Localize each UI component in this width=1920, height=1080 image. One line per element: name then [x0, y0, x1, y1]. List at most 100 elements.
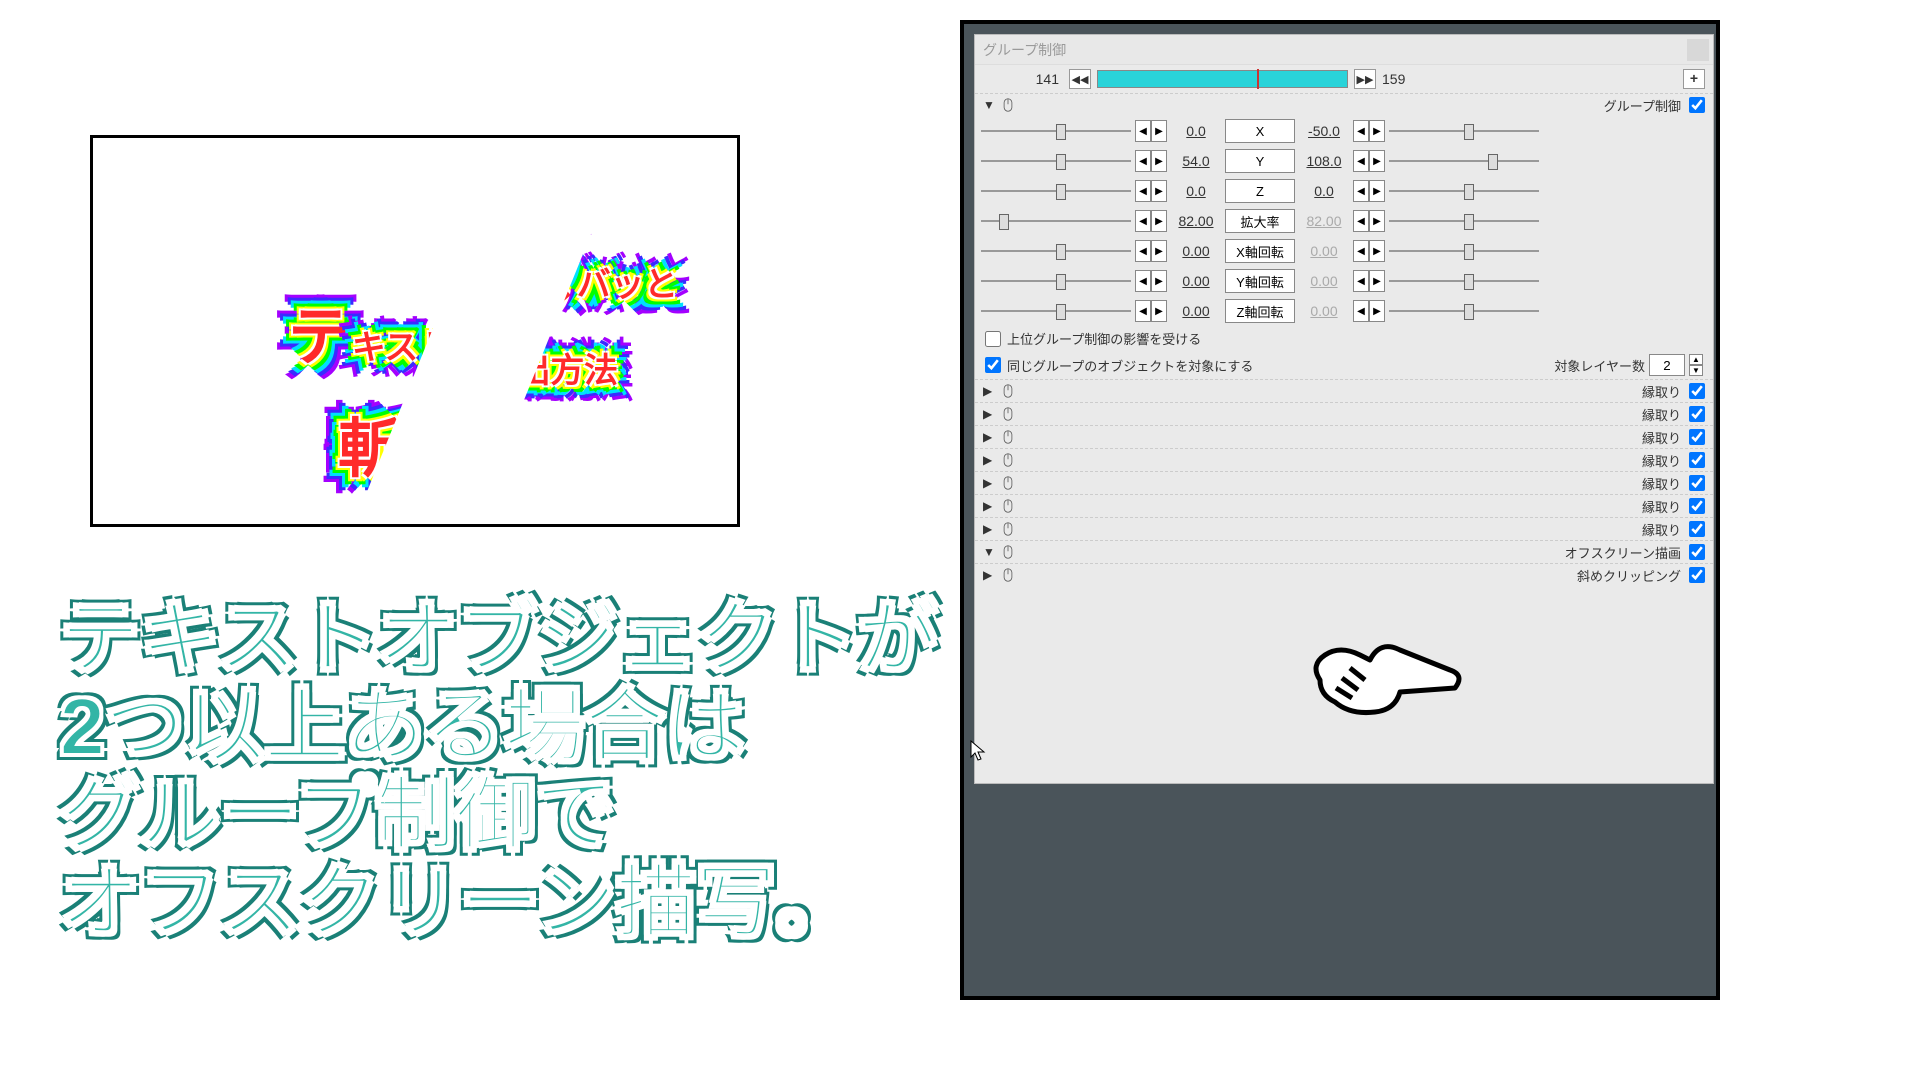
value-left[interactable]: 82.00 [1171, 213, 1221, 229]
effect-row: ▶斜めクリッピング [975, 563, 1713, 586]
effect-label: 縁取り [1642, 451, 1681, 470]
value-right[interactable]: -50.0 [1299, 123, 1349, 139]
effect-checkbox[interactable] [1689, 567, 1705, 583]
add-button[interactable]: + [1683, 69, 1705, 89]
mouse-icon[interactable] [1001, 522, 1015, 536]
nudge-left[interactable]: ◀▶ [1135, 240, 1167, 262]
nudge-right: ◀▶ [1353, 270, 1385, 292]
effect-checkbox[interactable] [1689, 383, 1705, 399]
value-left[interactable]: 0.0 [1171, 183, 1221, 199]
target-layers-down[interactable]: ▼ [1689, 365, 1703, 376]
rewind-button[interactable]: ◀◀ [1069, 69, 1091, 89]
effect-checkbox[interactable] [1689, 521, 1705, 537]
slider-left[interactable] [981, 211, 1131, 231]
mouse-icon[interactable] [1001, 407, 1015, 421]
nudge-left[interactable]: ◀▶ [1135, 270, 1167, 292]
effect-label: 縁取り [1642, 474, 1681, 493]
slider-right[interactable] [1389, 121, 1539, 141]
slider-right[interactable] [1389, 211, 1539, 231]
effect-checkbox[interactable] [1689, 498, 1705, 514]
param-label-button[interactable]: Y [1225, 149, 1295, 173]
value-right[interactable]: 108.0 [1299, 153, 1349, 169]
effect-checkbox[interactable] [1689, 406, 1705, 422]
mouse-icon[interactable] [1001, 568, 1015, 582]
nudge-left[interactable]: ◀▶ [1135, 300, 1167, 322]
mouse-icon[interactable] [1001, 98, 1015, 112]
param-label-button[interactable]: Y軸回転 [1225, 269, 1295, 293]
disclosure-triangle[interactable]: ▶ [983, 476, 995, 490]
disclosure-triangle[interactable]: ▶ [983, 568, 995, 582]
slider-left[interactable] [981, 301, 1131, 321]
group-control-checkbox[interactable] [1689, 97, 1705, 113]
param-label-button[interactable]: Z [1225, 179, 1295, 203]
value-right[interactable]: 0.0 [1299, 183, 1349, 199]
nudge-right[interactable]: ◀▶ [1353, 120, 1385, 142]
mouse-icon[interactable] [1001, 545, 1015, 559]
effect-checkbox[interactable] [1689, 544, 1705, 560]
disclosure-triangle[interactable]: ▶ [983, 499, 995, 513]
timeline-start-value[interactable]: 141 [983, 71, 1063, 87]
disclosure-triangle[interactable]: ▶ [983, 522, 995, 536]
nudge-left[interactable]: ◀▶ [1135, 120, 1167, 142]
disclosure-triangle[interactable]: ▶ [983, 407, 995, 421]
value-left[interactable]: 0.00 [1171, 303, 1221, 319]
mouse-icon[interactable] [1001, 384, 1015, 398]
close-icon[interactable] [1687, 39, 1709, 61]
value-right[interactable]: 0.00 [1299, 303, 1349, 319]
effect-checkbox[interactable] [1689, 452, 1705, 468]
param-label-button[interactable]: X軸回転 [1225, 239, 1295, 263]
value-left[interactable]: 54.0 [1171, 153, 1221, 169]
param-label-button[interactable]: Z軸回転 [1225, 299, 1295, 323]
target-layers-up[interactable]: ▲ [1689, 354, 1703, 365]
disclosure-triangle[interactable]: ▶ [983, 453, 995, 467]
effect-checkbox[interactable] [1689, 429, 1705, 445]
disclosure-triangle[interactable]: ▼ [983, 545, 995, 559]
value-right[interactable]: 0.00 [1299, 243, 1349, 259]
param-label-button[interactable]: 拡大率 [1225, 209, 1295, 233]
mouse-icon[interactable] [1001, 499, 1015, 513]
upper-group-checkbox[interactable] [985, 331, 1001, 347]
disclosure-triangle[interactable]: ▶ [983, 430, 995, 444]
timeline-end-value[interactable]: 159 [1382, 71, 1422, 87]
effect-checkbox[interactable] [1689, 475, 1705, 491]
target-layers-input[interactable] [1649, 354, 1685, 376]
disclosure-triangle[interactable]: ▶ [983, 384, 995, 398]
same-group-checkbox[interactable] [985, 357, 1001, 373]
slider-right[interactable] [1389, 301, 1539, 321]
slider-left[interactable] [981, 241, 1131, 261]
effect-row: ▶ 縁取り [975, 379, 1713, 402]
value-left[interactable]: 0.0 [1171, 123, 1221, 139]
nudge-right[interactable]: ◀▶ [1353, 180, 1385, 202]
param-row-X: ◀▶0.0X-50.0◀▶ [975, 116, 1713, 146]
timeline-bar[interactable] [1097, 70, 1348, 88]
instruction-caption: テキストオブジェクトが 2つ以上ある場合は グループ制御で オフスクリーン描写。 [60, 595, 938, 947]
slider-right[interactable] [1389, 241, 1539, 261]
slider-left[interactable] [981, 121, 1131, 141]
slider-right[interactable] [1389, 271, 1539, 291]
disclosure-triangle[interactable]: ▼ [983, 98, 995, 112]
nudge-left[interactable]: ◀▶ [1135, 210, 1167, 232]
value-right[interactable]: 0.00 [1299, 273, 1349, 289]
mouse-icon[interactable] [1001, 476, 1015, 490]
value-left[interactable]: 0.00 [1171, 273, 1221, 289]
param-row-Y: ◀▶54.0Y108.0◀▶ [975, 146, 1713, 176]
mouse-icon[interactable] [1001, 430, 1015, 444]
param-row-Z軸回転: ◀▶0.00Z軸回転0.00◀▶ [975, 296, 1713, 326]
slider-left[interactable] [981, 181, 1131, 201]
slider-left[interactable] [981, 151, 1131, 171]
param-label-button[interactable]: X [1225, 119, 1295, 143]
slider-left[interactable] [981, 271, 1131, 291]
nudge-left[interactable]: ◀▶ [1135, 180, 1167, 202]
same-group-label: 同じグループのオブジェクトを対象にする [1007, 356, 1253, 375]
effect-label: 縁取り [1642, 382, 1681, 401]
slider-right[interactable] [1389, 151, 1539, 171]
timeline-marker[interactable] [1257, 69, 1259, 89]
value-right[interactable]: 82.00 [1299, 213, 1349, 229]
slider-right[interactable] [1389, 181, 1539, 201]
value-left[interactable]: 0.00 [1171, 243, 1221, 259]
forward-button[interactable]: ▶▶ [1354, 69, 1376, 89]
nudge-left[interactable]: ◀▶ [1135, 150, 1167, 172]
panel-titlebar[interactable]: グループ制御 [975, 35, 1713, 65]
nudge-right[interactable]: ◀▶ [1353, 150, 1385, 172]
mouse-icon[interactable] [1001, 453, 1015, 467]
